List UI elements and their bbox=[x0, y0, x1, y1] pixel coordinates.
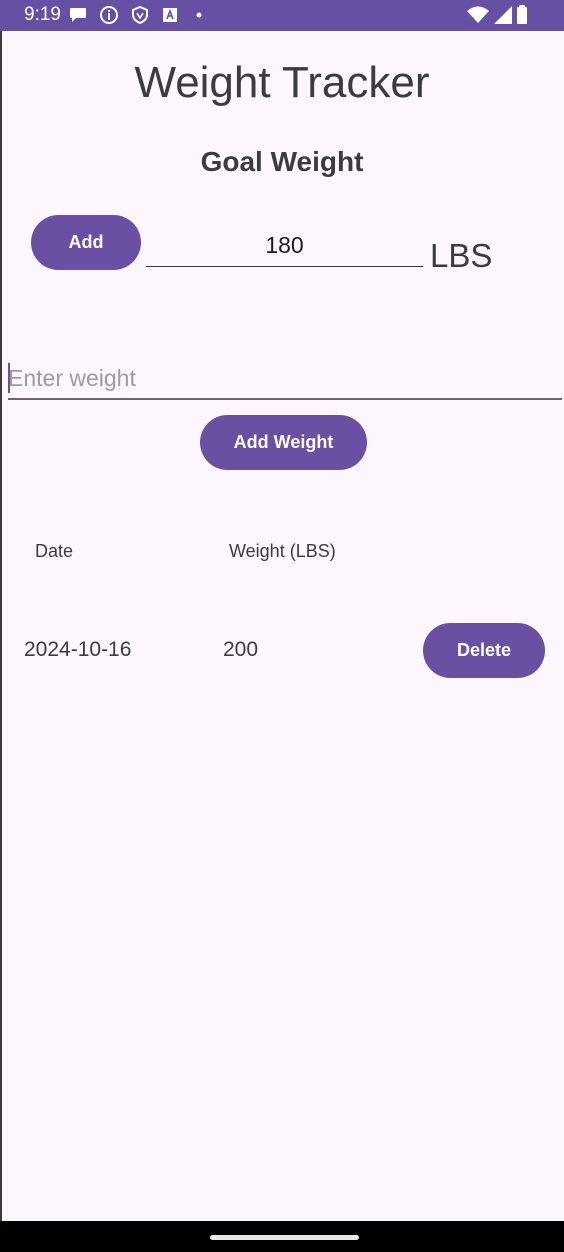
column-header-weight: Weight (LBS) bbox=[229, 541, 336, 561]
battery-icon bbox=[517, 5, 527, 24]
column-header-date: Date bbox=[35, 541, 74, 561]
goal-weight-heading: Goal Weight bbox=[200, 146, 364, 177]
shield-icon bbox=[132, 5, 148, 25]
a-box-icon bbox=[163, 8, 177, 22]
add-goal-button[interactable]: Add bbox=[31, 215, 141, 270]
signal-icon bbox=[494, 6, 512, 24]
add-weight-button[interactable]: Add Weight bbox=[200, 415, 367, 470]
row-date: 2024-10-16 bbox=[24, 638, 132, 661]
navigation-bar bbox=[0, 1221, 564, 1252]
home-handle[interactable] bbox=[210, 1235, 359, 1240]
status-time: 9:19 bbox=[24, 4, 61, 25]
wifi-icon bbox=[467, 6, 489, 23]
text-cursor bbox=[8, 363, 10, 393]
info-icon bbox=[100, 6, 118, 24]
status-bar: 9:19 bbox=[0, 0, 564, 31]
goal-weight-input[interactable] bbox=[146, 225, 423, 267]
weight-entry-input[interactable] bbox=[8, 358, 562, 400]
row-weight: 200 bbox=[223, 638, 259, 661]
goal-unit-label: LBS bbox=[430, 237, 493, 274]
delete-button[interactable]: Delete bbox=[423, 623, 545, 678]
chat-bubble-icon bbox=[70, 8, 86, 22]
page-title: Weight Tracker bbox=[134, 58, 430, 107]
dot-icon bbox=[196, 12, 202, 18]
